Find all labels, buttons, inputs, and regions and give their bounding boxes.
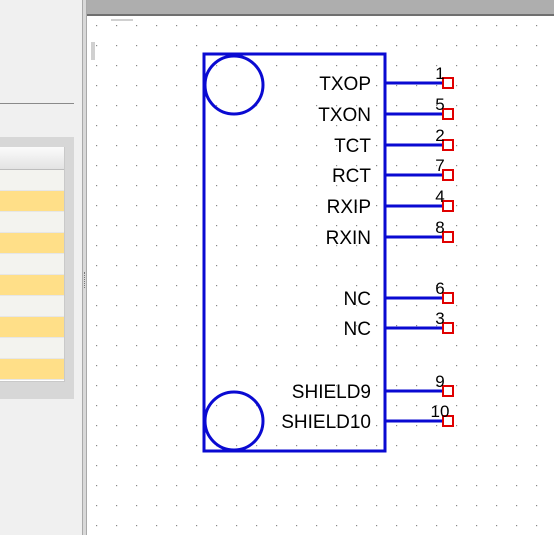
pin-name-label: TXON <box>318 105 371 126</box>
table-row[interactable] <box>0 338 64 359</box>
pin-number-label: 3 <box>435 309 444 328</box>
canvas-top-bar <box>87 0 554 14</box>
left-panel <box>0 0 82 535</box>
pin-name-label: NC <box>344 319 371 340</box>
pin-grid[interactable] <box>0 147 65 382</box>
pin-name-label: RCT <box>332 166 371 187</box>
pin-name-label: TXOP <box>319 74 371 95</box>
pin-name-label: SHIELD9 <box>292 382 371 403</box>
schematic-canvas[interactable]: 1 TXOP 5 TXON 2 TCT 7 RCT 4 RXIP 8 RXIN 6 NC 3 NC 9 SHIEL… <box>87 16 554 535</box>
pin-name-label: SHIELD10 <box>281 412 371 433</box>
pin-number-label: 8 <box>435 218 444 237</box>
table-row[interactable] <box>0 233 64 254</box>
table-row[interactable] <box>0 212 64 233</box>
pin-name-label: NC <box>344 289 371 310</box>
table-row[interactable] <box>0 296 64 317</box>
table-row[interactable] <box>0 317 64 338</box>
table-row[interactable] <box>0 275 64 296</box>
pin-name-label: TCT <box>334 136 371 157</box>
grid-header[interactable] <box>0 147 64 170</box>
table-row[interactable] <box>0 254 64 275</box>
table-row[interactable] <box>0 170 64 191</box>
pin-name-label: RXIP <box>327 197 371 218</box>
pin-number-label: 6 <box>435 279 444 298</box>
splitter-grip-icon <box>84 272 86 288</box>
pin-name-label: RXIN <box>326 228 371 249</box>
pin-number-label: 5 <box>435 95 444 114</box>
pin-number-label: 9 <box>435 372 444 391</box>
panel-divider <box>0 103 74 104</box>
pin-number-label: 2 <box>435 126 444 145</box>
pin-number-label: 1 <box>435 64 444 83</box>
pin-number-label: 10 <box>431 402 450 421</box>
table-row[interactable] <box>0 359 64 380</box>
pin-number-label: 7 <box>435 156 444 175</box>
table-row[interactable] <box>0 191 64 212</box>
pin-number-label: 4 <box>435 187 444 206</box>
